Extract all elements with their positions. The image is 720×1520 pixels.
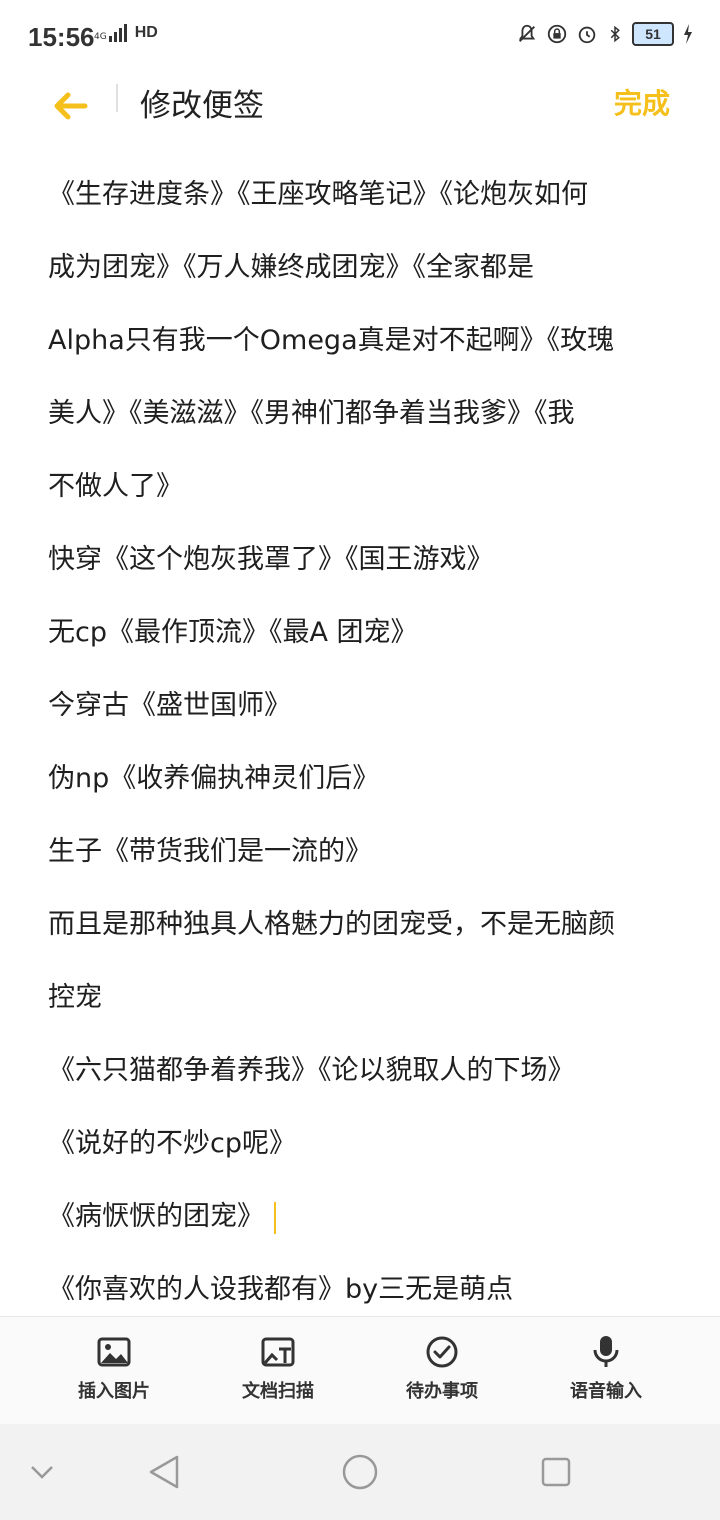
check-circle-icon xyxy=(426,1336,458,1368)
voice-input-button[interactable]: 语音输入 xyxy=(516,1335,696,1415)
alarm-icon xyxy=(578,26,596,44)
note-editor[interactable]: 《生存进度条》《王座攻略笔记》《论炮灰如何 成为团宠》《万人嫌终成团宠》《全家都… xyxy=(0,142,720,1316)
note-line-text: 《病恹恹的团宠》 xyxy=(48,1201,264,1232)
bell-off-icon xyxy=(518,24,536,42)
bluetooth-icon xyxy=(610,25,620,43)
note-line: Alpha只有我一个Omega真是对不起啊》《玫瑰 xyxy=(48,325,615,356)
scan-icon xyxy=(261,1337,295,1367)
battery-level: 51 xyxy=(632,22,674,46)
square-recents-icon xyxy=(541,1457,571,1487)
note-line: 《说好的不炒cp呢》 xyxy=(48,1128,296,1159)
back-arrow-icon xyxy=(54,92,88,120)
note-line: 快穿《这个炮灰我罩了》《国王游戏》 xyxy=(48,544,494,575)
insert-image-label: 插入图片 xyxy=(78,1381,150,1402)
note-line: 伪np《收养偏执神灵们后》 xyxy=(48,763,380,794)
charging-icon xyxy=(684,24,692,44)
page-title: 修改便签 xyxy=(140,88,264,124)
note-toolbar: 插入图片 文档扫描 待办事项 语音输入 xyxy=(0,1316,720,1425)
microphone-icon xyxy=(593,1336,619,1367)
nav-back-button[interactable] xyxy=(144,1452,184,1492)
note-text-area[interactable]: 《生存进度条》《王座攻略笔记》《论炮灰如何 成为团宠》《万人嫌终成团宠》《全家都… xyxy=(48,158,678,1316)
note-line: 而且是那种独具人格魅力的团宠受，不是无脑颜 xyxy=(48,909,615,940)
nav-home-button[interactable] xyxy=(340,1452,380,1492)
done-button[interactable]: 完成 xyxy=(614,82,670,122)
note-line: 《生存进度条》《王座攻略笔记》《论炮灰如何 xyxy=(48,179,588,210)
status-right: 51 xyxy=(516,22,694,46)
note-line: 不做人了》 xyxy=(48,471,183,502)
status-bar: 15:56 4G HD 51 xyxy=(0,0,720,72)
triangle-back-icon xyxy=(149,1455,179,1489)
appbar-divider xyxy=(116,84,118,112)
note-line: 成为团宠》《万人嫌终成团宠》《全家都是 xyxy=(48,252,534,283)
system-nav-bar xyxy=(0,1424,720,1520)
signal-icon xyxy=(108,24,127,42)
voice-input-label: 语音输入 xyxy=(570,1381,642,1402)
document-scan-label: 文档扫描 xyxy=(242,1381,314,1402)
network-type: 4G xyxy=(94,32,107,42)
chevron-down-icon xyxy=(31,1466,53,1479)
note-line: 《六只猫都争着养我》《论以貌取人的下场》 xyxy=(48,1055,575,1086)
network-indicator: 4G HD xyxy=(94,22,158,42)
nav-recents-button[interactable] xyxy=(536,1452,576,1492)
todo-label: 待办事项 xyxy=(406,1381,478,1402)
lock-rotation-icon xyxy=(547,24,567,44)
back-button[interactable] xyxy=(44,80,96,132)
circle-home-icon xyxy=(342,1454,378,1490)
note-line: 今穿古《盛世国师》 xyxy=(48,690,291,721)
note-line: 生子《带货我们是一流的》 xyxy=(48,836,372,867)
status-time: 15:56 xyxy=(28,22,95,52)
insert-image-button[interactable]: 插入图片 xyxy=(24,1335,204,1415)
hd-badge: HD xyxy=(134,24,158,41)
todo-button[interactable]: 待办事项 xyxy=(352,1335,532,1415)
note-line: 美人》《美滋滋》《男神们都争着当我爹》《我 xyxy=(48,398,575,429)
image-icon xyxy=(97,1337,131,1367)
hide-keyboard-button[interactable] xyxy=(22,1452,62,1492)
note-line: 无cp《最作顶流》《最A 团宠》 xyxy=(48,617,418,648)
note-line: 控宠 xyxy=(48,982,102,1013)
note-line: 《你喜欢的人设我都有》by三无是萌点 xyxy=(48,1274,514,1305)
app-bar: 修改便签 完成 xyxy=(0,72,720,143)
text-cursor xyxy=(274,1201,276,1234)
document-scan-button[interactable]: 文档扫描 xyxy=(188,1335,368,1415)
note-line-with-cursor: 《病恹恹的团宠》 xyxy=(48,1180,678,1253)
